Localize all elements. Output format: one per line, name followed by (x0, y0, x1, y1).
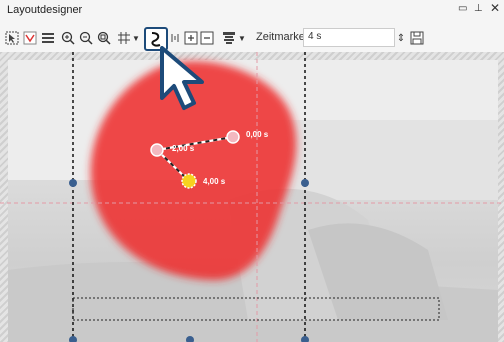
bottom-right-handle (301, 336, 309, 342)
lines-icon[interactable] (40, 30, 56, 46)
keyframe-point-1 (226, 130, 240, 144)
canvas-area[interactable]: 0,00 s 2,00 s 4,00 s (0, 52, 504, 342)
grid-icon[interactable] (116, 30, 132, 46)
keyframe-point-3-selected (181, 173, 197, 189)
save-icon[interactable] (410, 30, 424, 46)
remove-point-icon[interactable] (200, 30, 214, 46)
mouse-cursor-icon (160, 46, 204, 110)
timestamp-value: 4 s (308, 31, 322, 42)
timestamp-spinner-icon[interactable]: ⇕ (396, 30, 406, 46)
pin-icon[interactable]: ⊥ (474, 3, 483, 14)
window-title: Layoutdesigner (7, 4, 83, 16)
restore-icon[interactable]: ▭ (458, 3, 467, 14)
path-tool-icon[interactable] (22, 30, 38, 46)
keyframe-point-2 (150, 143, 164, 157)
toolbar: ▼ ▼ Zeitmarke: (0, 26, 504, 53)
zoom-out-icon[interactable] (78, 30, 94, 46)
keyframe-label-1: 0,00 s (246, 130, 269, 139)
bottom-left-handle (69, 336, 77, 342)
align-icon[interactable] (222, 30, 236, 46)
align-dropdown-icon[interactable]: ▼ (238, 30, 246, 46)
zoom-in-icon[interactable] (60, 30, 76, 46)
right-resize-handle (301, 179, 309, 187)
title-bar: Layoutdesigner ▭ ⊥ ✕ (0, 0, 504, 26)
grid-dropdown-icon[interactable]: ▼ (132, 30, 140, 46)
zoom-fit-icon[interactable] (96, 30, 112, 46)
select-tool-icon[interactable] (4, 30, 20, 46)
add-point-icon[interactable] (184, 30, 198, 46)
keyframe-label-2: 2,00 s (172, 144, 195, 153)
text-area-frame (72, 297, 440, 321)
left-resize-handle (69, 179, 77, 187)
timestamp-label: Zeitmarke: (256, 31, 308, 43)
curve-point-icon[interactable] (170, 30, 180, 46)
bottom-center-handle (186, 336, 194, 342)
timestamp-input[interactable]: 4 s (303, 28, 395, 47)
animation-overlay (0, 52, 504, 342)
keyframe-label-3: 4,00 s (203, 177, 226, 186)
close-icon[interactable]: ✕ (490, 1, 500, 15)
